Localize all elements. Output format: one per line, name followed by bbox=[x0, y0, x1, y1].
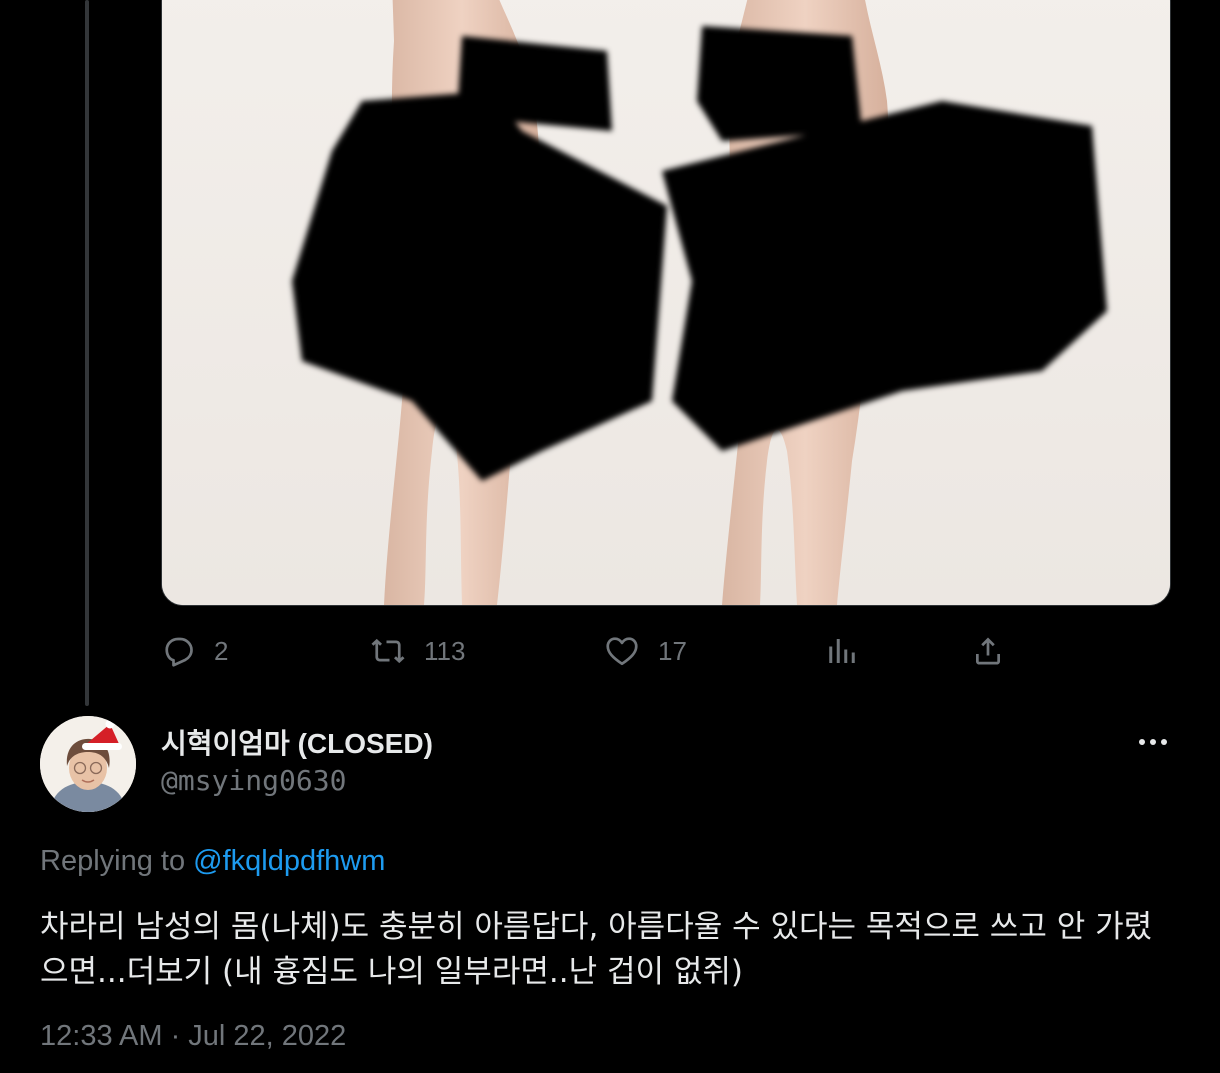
replying-to-line: Replying to @fkqldpdfhwm bbox=[40, 845, 385, 878]
thread-connector-line bbox=[85, 0, 89, 706]
more-options-button[interactable] bbox=[1130, 726, 1176, 758]
tweet-thread-view: 2 113 17 시혁이엄마 (CLOSED) @msying0630 Repl… bbox=[0, 0, 1220, 1073]
share-icon bbox=[976, 637, 1000, 665]
replying-to-label: Replying to bbox=[40, 845, 194, 877]
more-dot bbox=[1150, 739, 1156, 745]
display-name[interactable]: 시혁이엄마 (CLOSED) bbox=[161, 722, 433, 762]
heart-icon bbox=[606, 637, 638, 666]
reply-button[interactable]: 2 bbox=[160, 628, 228, 674]
more-horizontal-icon bbox=[1139, 739, 1145, 745]
like-count: 17 bbox=[658, 635, 687, 666]
views-icon bbox=[829, 639, 855, 663]
retweet-button[interactable]: 113 bbox=[370, 628, 465, 674]
like-button[interactable]: 17 bbox=[604, 628, 687, 674]
reply-count: 2 bbox=[214, 635, 229, 666]
tweet-text: 차라리 남성의 몸(나체)도 충분히 아름답다, 아름다울 수 있다는 목적으로… bbox=[40, 905, 1180, 995]
user-handle[interactable]: @msying0630 bbox=[161, 764, 346, 797]
replying-to-mention[interactable]: @fkqldpdfhwm bbox=[193, 845, 385, 877]
tweet-text-line: 으면...더보기 (내 흉짐도 나의 일부라면..난 겁이 없쥐) bbox=[40, 954, 743, 990]
avatar[interactable] bbox=[40, 716, 136, 812]
tweet-media-image[interactable] bbox=[161, 0, 1171, 606]
tweet-action-bar: 2 113 17 bbox=[160, 628, 1040, 674]
views-button[interactable] bbox=[824, 628, 860, 674]
retweet-icon bbox=[371, 638, 405, 664]
share-button[interactable] bbox=[970, 628, 1006, 674]
tweet-timestamp[interactable]: 12:33 AM · Jul 22, 2022 bbox=[40, 1020, 346, 1053]
retweet-count: 113 bbox=[424, 635, 466, 666]
reply-icon bbox=[165, 637, 193, 667]
more-dot bbox=[1161, 739, 1167, 745]
tweet-text-line: 차라리 남성의 몸(나체)도 충분히 아름답다, 아름다울 수 있다는 목적으로… bbox=[40, 909, 1153, 945]
